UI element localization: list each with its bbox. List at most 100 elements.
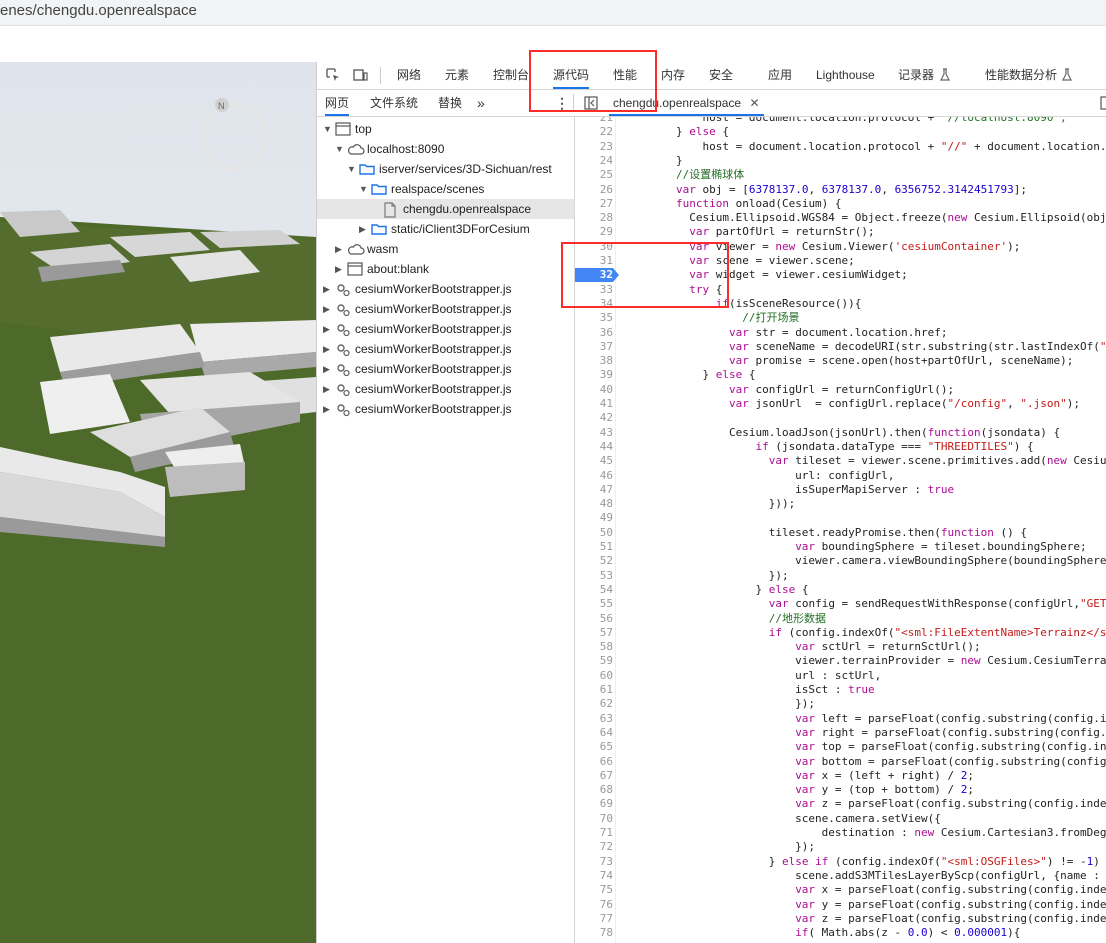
collapse-arrow-icon[interactable]: ▶: [335, 259, 342, 279]
code-line[interactable]: });: [623, 840, 815, 854]
expand-arrow-icon[interactable]: ▼: [323, 119, 332, 139]
code-line[interactable]: var x = parseFloat(config.substring(conf…: [623, 883, 1106, 897]
code-line[interactable]: var z = parseFloat(config.substring(conf…: [623, 912, 1106, 926]
code-line[interactable]: var config = sendRequestWithResponse(con…: [623, 597, 1106, 611]
line-number[interactable]: 76: [575, 898, 613, 912]
code-line[interactable]: var y = (top + bottom) / 2;: [623, 783, 974, 797]
code-line[interactable]: viewer.terrainProvider = new Cesium.Cesi…: [623, 654, 1106, 668]
line-number[interactable]: 21: [575, 117, 613, 125]
line-number[interactable]: 48: [575, 497, 613, 511]
code-line[interactable]: scene.addS3MTilesLayerByScp(configUrl, {…: [623, 869, 1106, 883]
tree-item[interactable]: ▶ cesiumWorkerBootstrapper.js: [317, 279, 574, 299]
url-text[interactable]: enes/chengdu.openrealspace: [0, 2, 197, 19]
code-line[interactable]: } else {: [623, 368, 755, 382]
code-line[interactable]: var x = (left + right) / 2;: [623, 769, 974, 783]
collapse-arrow-icon[interactable]: ▶: [323, 299, 330, 319]
tab-recorder[interactable]: 记录器: [898, 62, 934, 89]
tree-item[interactable]: ▶ static/iClient3DForCesium: [317, 219, 574, 239]
code-line[interactable]: Cesium.Ellipsoid.WGS84 = Object.freeze(n…: [623, 211, 1106, 225]
line-number[interactable]: 62: [575, 697, 613, 711]
close-icon[interactable]: ✕: [749, 96, 759, 110]
collapse-arrow-icon[interactable]: ▶: [323, 319, 330, 339]
line-number[interactable]: 37: [575, 340, 613, 354]
code-line[interactable]: isSct : true: [623, 683, 875, 697]
tab-elements[interactable]: 元素: [445, 62, 469, 89]
line-number[interactable]: 45: [575, 454, 613, 468]
line-number[interactable]: 35: [575, 311, 613, 325]
code-line[interactable]: });: [623, 569, 789, 583]
line-number[interactable]: 61: [575, 683, 613, 697]
line-number[interactable]: 52: [575, 554, 613, 568]
collapse-arrow-icon[interactable]: ▶: [359, 219, 366, 239]
code-line[interactable]: var right = parseFloat(config.substring(…: [623, 726, 1106, 740]
code-line[interactable]: }: [623, 154, 683, 168]
code-line[interactable]: var promise = scene.open(host+partOfUrl,…: [623, 354, 1073, 368]
line-number[interactable]: 50: [575, 526, 613, 540]
device-toolbar-icon[interactable]: [352, 67, 368, 83]
line-number[interactable]: 40: [575, 383, 613, 397]
tree-item[interactable]: ▼ realspace/scenes: [317, 179, 574, 199]
code-line[interactable]: var bottom = parseFloat(config.substring…: [623, 755, 1106, 769]
code-line[interactable]: var partOfUrl = returnStr();: [623, 225, 874, 239]
code-line[interactable]: } else {: [623, 583, 808, 597]
tab-page[interactable]: 网页: [325, 90, 350, 116]
tab-filesystem[interactable]: 文件系统: [370, 90, 418, 116]
tree-item[interactable]: ▼ iserver/services/3D-Sichuan/rest: [317, 159, 574, 179]
line-number[interactable]: 42: [575, 411, 613, 425]
line-number[interactable]: 36: [575, 326, 613, 340]
line-number[interactable]: 27: [575, 197, 613, 211]
code-line[interactable]: var z = parseFloat(config.substring(conf…: [623, 797, 1106, 811]
line-number[interactable]: 26: [575, 183, 613, 197]
code-line[interactable]: destination : new Cesium.Cartesian3.from…: [623, 826, 1106, 840]
line-number[interactable]: 58: [575, 640, 613, 654]
code-line[interactable]: url : sctUrl,: [623, 669, 881, 683]
line-number[interactable]: 47: [575, 483, 613, 497]
line-number[interactable]: 66: [575, 755, 613, 769]
line-number[interactable]: 72: [575, 840, 613, 854]
tree-item[interactable]: ▼ top: [317, 119, 574, 139]
line-number[interactable]: 69: [575, 797, 613, 811]
line-number[interactable]: 74: [575, 869, 613, 883]
code-line[interactable]: //设置椭球体: [623, 168, 744, 182]
line-number[interactable]: 68: [575, 783, 613, 797]
more-tabs-chevron-icon[interactable]: »: [477, 90, 485, 116]
line-number[interactable]: 23: [575, 140, 613, 154]
code-line[interactable]: url: configUrl,: [623, 469, 894, 483]
code-line[interactable]: var str = document.location.href;: [623, 326, 948, 340]
code-line[interactable]: var obj = [6378137.0, 6378137.0, 6356752…: [623, 183, 1027, 197]
line-number[interactable]: 41: [575, 397, 613, 411]
tree-item[interactable]: ▶ cesiumWorkerBootstrapper.js: [317, 379, 574, 399]
line-number[interactable]: 28: [575, 211, 613, 225]
tab-overrides[interactable]: 替换: [438, 90, 462, 116]
collapse-arrow-icon[interactable]: ▶: [323, 379, 330, 399]
line-number[interactable]: 29: [575, 225, 613, 239]
code-line[interactable]: }));: [623, 497, 796, 511]
code-line[interactable]: } else if (config.indexOf("<sml:OSGFiles…: [623, 855, 1106, 869]
line-number-gutter[interactable]: 21 22 23 24 25 26 27 28 29 30 31 32 33 34 35 36 37 38 39 40…: [575, 117, 619, 943]
line-number[interactable]: 65: [575, 740, 613, 754]
line-number[interactable]: 56: [575, 612, 613, 626]
code-line[interactable]: var sctUrl = returnSctUrl();: [623, 640, 980, 654]
line-number[interactable]: 63: [575, 712, 613, 726]
code-line[interactable]: //打开场景: [623, 311, 799, 325]
collapse-arrow-icon[interactable]: ▶: [323, 339, 330, 359]
line-number[interactable]: 25: [575, 168, 613, 182]
tree-item[interactable]: ▶ cesiumWorkerBootstrapper.js: [317, 319, 574, 339]
tree-item[interactable]: ▶ cesiumWorkerBootstrapper.js: [317, 359, 574, 379]
line-number[interactable]: 64: [575, 726, 613, 740]
toggle-debugger-icon[interactable]: [1100, 95, 1106, 111]
code-line[interactable]: var boundingSphere = tileset.boundingSph…: [623, 540, 1086, 554]
line-number[interactable]: 22: [575, 125, 613, 139]
line-number[interactable]: 38: [575, 354, 613, 368]
code-line[interactable]: viewer.camera.viewBoundingSphere(boundin…: [623, 554, 1106, 568]
line-number[interactable]: 67: [575, 769, 613, 783]
line-number[interactable]: 60: [575, 669, 613, 683]
expand-arrow-icon[interactable]: ▼: [359, 179, 368, 199]
line-number[interactable]: 44: [575, 440, 613, 454]
cesium-3d-viewport[interactable]: N: [0, 62, 316, 943]
code-line[interactable]: var tileset = viewer.scene.primitives.ad…: [623, 454, 1106, 468]
code-line[interactable]: function onload(Cesium) {: [623, 197, 842, 211]
tab-lighthouse[interactable]: Lighthouse: [816, 62, 875, 89]
code-line[interactable]: } else {: [623, 125, 729, 139]
tree-item[interactable]: ▶ cesiumWorkerBootstrapper.js: [317, 399, 574, 419]
